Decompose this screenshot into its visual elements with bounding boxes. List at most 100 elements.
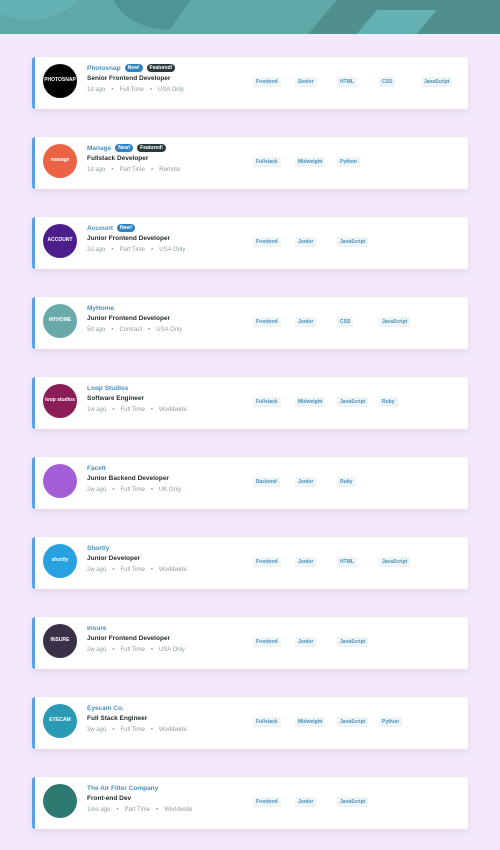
- filter-tag[interactable]: Ruby: [337, 477, 356, 487]
- job-tags: Backend Junior Ruby: [253, 477, 463, 489]
- filter-tag[interactable]: Senior: [295, 77, 317, 87]
- filter-tag[interactable]: JavaScript: [337, 717, 369, 727]
- filter-tag[interactable]: Midweight: [295, 717, 326, 727]
- job-position[interactable]: Fullstack Developer: [87, 155, 247, 165]
- job-tags: Frontend Junior HTML JavaScript: [253, 557, 463, 569]
- separator-dot-icon: •: [112, 567, 115, 573]
- job-posted: 2w ago: [87, 567, 107, 573]
- company-row: Manage New! Featured!: [87, 142, 247, 154]
- job-posted: 2w ago: [87, 647, 107, 653]
- filter-tag[interactable]: JavaScript: [337, 397, 369, 407]
- job-contract: Full Time: [120, 487, 145, 493]
- job-card[interactable]: loop studios Loop Studios Software Enginee…: [32, 377, 468, 429]
- filter-tag[interactable]: Midweight: [295, 157, 326, 167]
- job-position[interactable]: Junior Backend Developer: [87, 475, 247, 485]
- filter-tag[interactable]: Frontend: [253, 637, 281, 647]
- job-info: Insure Junior Frontend Developer 2w ago • Fu…: [87, 622, 247, 654]
- filter-tag[interactable]: JavaScript: [421, 77, 453, 87]
- filter-tag[interactable]: Junior: [295, 557, 317, 567]
- separator-dot-icon: •: [150, 487, 153, 493]
- job-position[interactable]: Full Stack Engineer: [87, 715, 247, 725]
- filter-tag[interactable]: JavaScript: [379, 557, 411, 567]
- job-position[interactable]: Junior Developer: [87, 555, 247, 565]
- separator-dot-icon: •: [151, 247, 154, 253]
- company-logo-icon: ACCOUNT: [43, 224, 77, 258]
- company-row: FaceIt: [87, 462, 247, 474]
- job-card[interactable]: INSURE Insure Junior Frontend Developer 2w …: [32, 617, 468, 669]
- job-posted: 2d ago: [87, 247, 106, 253]
- job-contract: Full Time: [120, 407, 145, 413]
- job-position[interactable]: Software Engineer: [87, 395, 247, 405]
- job-card[interactable]: The Air Filter Company Front-end Dev 1mo a…: [32, 777, 468, 829]
- company-row: The Air Filter Company: [87, 782, 247, 794]
- separator-dot-icon: •: [112, 647, 115, 653]
- filter-tag[interactable]: Ruby: [379, 397, 398, 407]
- company-name: Manage: [87, 144, 112, 152]
- job-meta: 1d ago • Full Time • USA Only: [87, 87, 247, 93]
- filter-tag[interactable]: Junior: [295, 237, 317, 247]
- filter-tag[interactable]: Frontend: [253, 797, 281, 807]
- job-location: Worldwide: [158, 567, 187, 573]
- filter-tag[interactable]: Junior: [295, 637, 317, 647]
- job-card[interactable]: manage Manage New! Featured! Fullstack Devel…: [32, 137, 468, 189]
- filter-tag[interactable]: Frontend: [253, 77, 281, 87]
- filter-tag[interactable]: HTML: [337, 557, 357, 567]
- job-position[interactable]: Junior Frontend Developer: [87, 235, 247, 245]
- job-meta: 1w ago • Full Time • Worldwide: [87, 407, 247, 413]
- filter-tag[interactable]: Fullstack: [253, 397, 281, 407]
- job-info: The Air Filter Company Front-end Dev 1mo a…: [87, 782, 247, 814]
- filter-tag[interactable]: JavaScript: [337, 637, 369, 647]
- company-name: Account: [87, 224, 113, 232]
- job-position[interactable]: Senior Frontend Developer: [87, 75, 247, 85]
- company-logo-icon: PHOTOSNAP: [43, 64, 77, 98]
- filter-tag[interactable]: Midweight: [295, 397, 326, 407]
- header-banner: [0, 0, 500, 34]
- company-logo-icon: manage: [43, 144, 77, 178]
- job-tags: Frontend Junior JavaScript: [253, 637, 463, 649]
- job-card[interactable]: EYECAM Eyecam Co. Full Stack Engineer 3w ag…: [32, 697, 468, 749]
- filter-tag[interactable]: JavaScript: [337, 237, 369, 247]
- filter-tag[interactable]: Frontend: [253, 317, 281, 327]
- job-position[interactable]: Front-end Dev: [87, 795, 247, 805]
- filter-tag[interactable]: Python: [337, 157, 360, 167]
- company-row: Insure: [87, 622, 247, 634]
- job-contract: Part Time: [119, 167, 146, 173]
- filter-tag[interactable]: HTML: [337, 77, 357, 87]
- separator-dot-icon: •: [111, 167, 114, 173]
- job-tags: Frontend Senior HTML CSS JavaScript: [253, 77, 463, 89]
- job-card[interactable]: PHOTOSNAP Photosnap New! Featured! Senior Fr…: [32, 57, 468, 109]
- filter-tag[interactable]: Junior: [295, 477, 317, 487]
- job-card[interactable]: ACCOUNT Account New! Junior Frontend Develo…: [32, 217, 468, 269]
- filter-tag[interactable]: JavaScript: [379, 317, 411, 327]
- job-meta: 1d ago • Part Time • Remote: [87, 167, 247, 173]
- filter-tag[interactable]: Python: [379, 717, 402, 727]
- filter-tag[interactable]: JavaScript: [337, 797, 369, 807]
- filter-tag[interactable]: Backend: [253, 477, 280, 487]
- job-position[interactable]: Junior Frontend Developer: [87, 635, 247, 645]
- company-logo-icon: [43, 464, 77, 498]
- job-card[interactable]: shortly Shortly Junior Developer 2w ago • Ful…: [32, 537, 468, 589]
- filter-tag[interactable]: Frontend: [253, 557, 281, 567]
- new-badge: New!: [124, 63, 143, 73]
- job-card[interactable]: FaceIt Junior Backend Developer 2w ago • Ful…: [32, 457, 468, 509]
- filter-tag[interactable]: Fullstack: [253, 717, 281, 727]
- filter-tag[interactable]: Junior: [295, 317, 317, 327]
- filter-tag[interactable]: CSS: [337, 317, 354, 327]
- job-tags: Fullstack Midweight Python: [253, 157, 463, 169]
- job-meta: 2w ago • Full Time • Worldwide: [87, 567, 247, 573]
- filter-tag[interactable]: Frontend: [253, 237, 281, 247]
- job-posted: 1mo ago: [87, 807, 111, 813]
- job-position[interactable]: Junior Frontend Developer: [87, 315, 247, 325]
- filter-tag[interactable]: Junior: [295, 797, 317, 807]
- filter-tag[interactable]: CSS: [379, 77, 396, 87]
- separator-dot-icon: •: [112, 487, 115, 493]
- company-name: FaceIt: [87, 464, 106, 472]
- company-row: Loop Studios: [87, 382, 247, 394]
- separator-dot-icon: •: [116, 807, 119, 813]
- job-location: USA Only: [158, 647, 185, 653]
- job-card[interactable]: MYHOME MyHome Junior Frontend Developer 5d …: [32, 297, 468, 349]
- company-name: Photosnap: [87, 64, 121, 72]
- filter-tag[interactable]: Fullstack: [253, 157, 281, 167]
- job-info: MyHome Junior Frontend Developer 5d ago • Co…: [87, 302, 247, 334]
- company-name: The Air Filter Company: [87, 784, 159, 792]
